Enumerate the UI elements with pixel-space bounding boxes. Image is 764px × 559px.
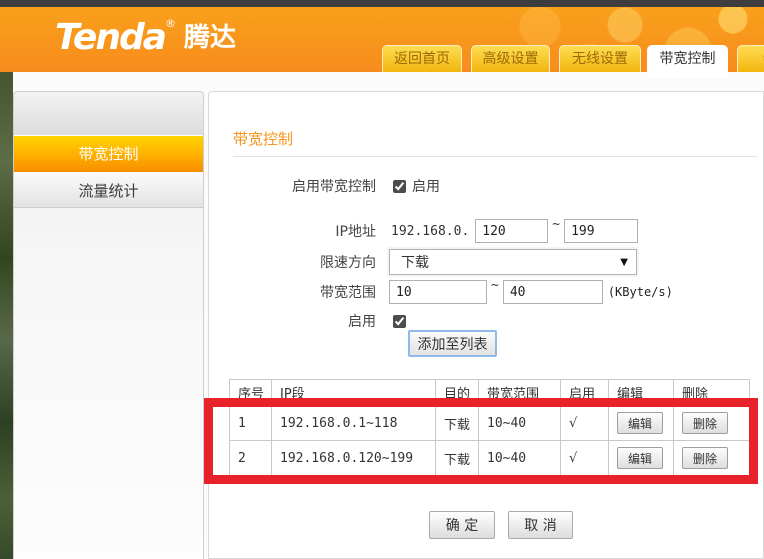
delete-button[interactable]: 删除 [682, 412, 728, 434]
logo-chinese-text: 腾达 [184, 23, 236, 53]
edit-button[interactable]: 编辑 [617, 412, 663, 434]
ok-button[interactable]: 确 定 [429, 511, 495, 539]
header-bandwidth-range: 带宽范围 [479, 380, 561, 406]
direction-label: 限速方向 [209, 252, 376, 272]
top-status-strip [0, 0, 764, 7]
enable-entry-row: 启用 [209, 313, 763, 329]
ip-address-label: IP地址 [209, 221, 376, 241]
ip-address-row: IP地址 192.168.0. ~ [209, 219, 763, 243]
tab-wireless-settings[interactable]: 无线设置 [559, 45, 641, 72]
background-photo-strip [0, 72, 13, 559]
tab-return-home[interactable]: 返回首页 [382, 45, 462, 72]
page-title: 带宽控制 [233, 128, 293, 149]
ip-to-input[interactable] [564, 219, 638, 243]
delete-button[interactable]: 删除 [682, 447, 728, 469]
cell-no: 2 [230, 441, 272, 476]
range-unit-text: (KByte/s) [608, 285, 673, 299]
sidebar-item-bandwidth-control[interactable]: 带宽控制 [14, 136, 203, 172]
cell-enabled-check: √ [561, 441, 609, 476]
direction-select[interactable]: 下载 ▼ [389, 249, 637, 275]
header-no: 序号 [230, 380, 272, 406]
enable-bandwidth-label: 启用带宽控制 [209, 176, 376, 196]
cell-ip-range: 192.168.0.1~118 [272, 406, 436, 441]
sidebar: 带宽控制 流量统计 [13, 91, 204, 559]
enable-bandwidth-checkbox[interactable] [393, 180, 406, 193]
add-to-list-button[interactable]: 添加至列表 [408, 330, 497, 357]
range-label: 带宽范围 [209, 282, 376, 302]
direction-row: 限速方向 下载 ▼ [209, 249, 763, 275]
header-purpose: 目的 [436, 380, 479, 406]
tab-advanced-settings[interactable]: 高级设置 [471, 45, 550, 72]
table-header-row: 序号 IP段 目的 带宽范围 启用 编辑 删除 [230, 380, 750, 406]
ip-prefix-text: 192.168.0. [391, 224, 469, 239]
header-enabled: 启用 [561, 380, 609, 406]
ip-from-input[interactable] [475, 219, 548, 243]
range-tilde-text: ~ [491, 278, 499, 293]
range-from-input[interactable] [389, 280, 487, 304]
cancel-button[interactable]: 取 消 [508, 511, 573, 539]
range-to-input[interactable] [503, 280, 603, 304]
cell-purpose: 下载 [436, 441, 479, 476]
cell-ip-range: 192.168.0.120~199 [272, 441, 436, 476]
header-delete: 删除 [674, 380, 750, 406]
tab-special[interactable]: 特殊 [737, 45, 764, 72]
sidebar-spacer [14, 92, 203, 136]
cell-no: 1 [230, 406, 272, 441]
logo-text: Tenda [55, 17, 165, 58]
bandwidth-rules-table: 序号 IP段 目的 带宽范围 启用 编辑 删除 1 192.168.0.1~11… [229, 379, 750, 476]
tenda-logo: Tenda® 腾达 [55, 17, 236, 58]
title-divider [233, 156, 757, 157]
cell-bandwidth-range: 10~40 [479, 406, 561, 441]
enable-checkbox-label: 启用 [412, 176, 440, 196]
registered-mark-icon: ® [165, 17, 176, 30]
table-row: 2 192.168.0.120~199 下载 10~40 √ 编辑 删除 [230, 441, 750, 476]
enable-entry-label: 启用 [209, 311, 376, 331]
header-ip-range: IP段 [272, 380, 436, 406]
table-row: 1 192.168.0.1~118 下载 10~40 √ 编辑 删除 [230, 406, 750, 441]
direction-selected-value: 下载 [401, 252, 429, 272]
enable-bandwidth-row: 启用带宽控制 启用 [209, 176, 763, 196]
range-row: 带宽范围 ~ (KByte/s) [209, 280, 763, 304]
cell-enabled-check: √ [561, 406, 609, 441]
header-edit: 编辑 [609, 380, 674, 406]
edit-button[interactable]: 编辑 [617, 447, 663, 469]
main-panel: 带宽控制 启用带宽控制 启用 IP地址 192.168.0. ~ 限速方向 下载… [208, 91, 764, 559]
chevron-down-icon: ▼ [620, 257, 628, 268]
sidebar-item-traffic-statistics[interactable]: 流量统计 [14, 172, 203, 208]
cell-bandwidth-range: 10~40 [479, 441, 561, 476]
tab-bandwidth-control[interactable]: 带宽控制 [647, 45, 728, 78]
cell-purpose: 下载 [436, 406, 479, 441]
ip-tilde-text: ~ [552, 217, 560, 232]
enable-entry-checkbox[interactable] [393, 315, 406, 328]
